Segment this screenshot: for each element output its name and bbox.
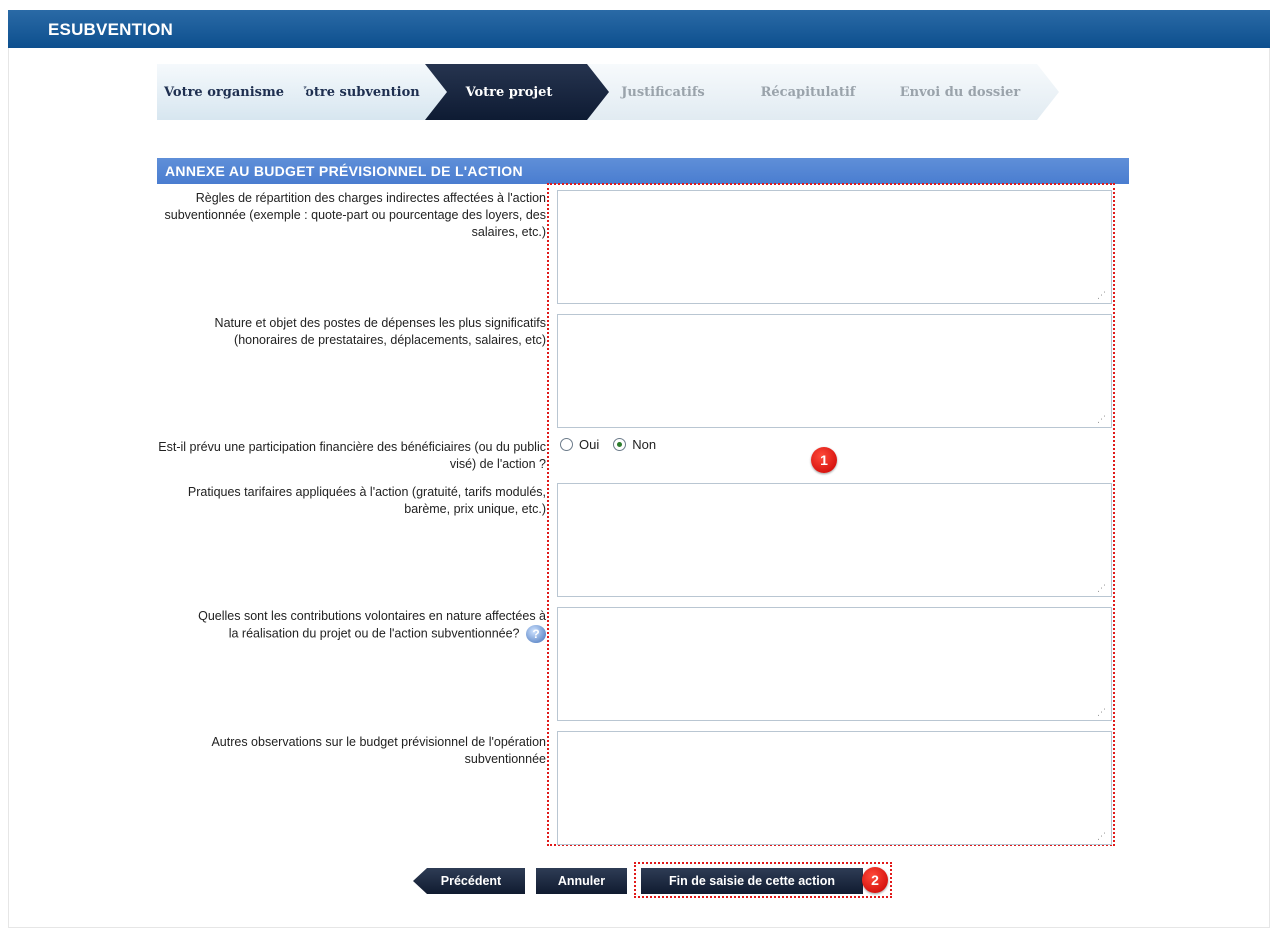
- section-title: ANNEXE AU BUDGET PRÉVISIONNEL DE L'ACTIO…: [157, 158, 1129, 184]
- contributions-label-block: Quelles sont les contributions volontair…: [186, 608, 546, 643]
- resize-grip-icon[interactable]: ⋰: [1097, 291, 1107, 301]
- nature-label: Nature et objet des postes de dépenses l…: [214, 316, 546, 347]
- previous-button[interactable]: Précédent: [413, 868, 525, 894]
- annotation-badge-1: 1: [811, 447, 837, 473]
- app-title: ESUBVENTION: [48, 20, 173, 39]
- pratiques-textarea[interactable]: [557, 483, 1112, 597]
- step-recapitulatif: Récapitulatif: [733, 64, 899, 120]
- radio-oui[interactable]: [560, 438, 573, 451]
- nature-textarea[interactable]: [557, 314, 1112, 428]
- pratiques-label: Pratiques tarifaires appliquées à l'acti…: [187, 485, 546, 516]
- participation-radio-group: Oui Non: [560, 437, 670, 452]
- step-votre-organisme[interactable]: Votre organisme: [157, 64, 307, 120]
- contributions-textarea[interactable]: [557, 607, 1112, 721]
- step-justificatifs: Justificatifs: [587, 64, 755, 120]
- autres-textarea[interactable]: [557, 731, 1112, 845]
- resize-grip-icon[interactable]: ⋰: [1097, 708, 1107, 718]
- autres-label: Autres observations sur le budget prévis…: [211, 735, 546, 766]
- step-envoi-du-dossier: Envoi du dossier: [877, 64, 1059, 120]
- radio-oui-label[interactable]: Oui: [579, 437, 599, 452]
- regles-textarea[interactable]: [557, 190, 1112, 304]
- regles-label: Règles de répartition des charges indire…: [164, 191, 547, 239]
- step-votre-subvention[interactable]: Votre subvention: [285, 64, 447, 120]
- annotation-badge-2: 2: [862, 867, 888, 893]
- resize-grip-icon[interactable]: ⋰: [1097, 584, 1107, 594]
- progress-steps: Votre organisme Votre subvention Votre p…: [157, 64, 1062, 122]
- radio-non[interactable]: [613, 438, 627, 451]
- help-icon[interactable]: ?: [526, 625, 546, 643]
- app-header: ESUBVENTION: [8, 10, 1270, 48]
- resize-grip-icon[interactable]: ⋰: [1097, 832, 1107, 842]
- resize-grip-icon[interactable]: ⋰: [1097, 415, 1107, 425]
- contributions-label: Quelles sont les contributions volontair…: [198, 609, 546, 641]
- participation-label: Est-il prévu une participation financièr…: [158, 440, 546, 471]
- step-votre-projet[interactable]: Votre projet: [425, 64, 609, 120]
- cancel-button[interactable]: Annuler: [536, 868, 627, 894]
- radio-non-label[interactable]: Non: [632, 437, 656, 452]
- annotation-box-2: [634, 862, 892, 898]
